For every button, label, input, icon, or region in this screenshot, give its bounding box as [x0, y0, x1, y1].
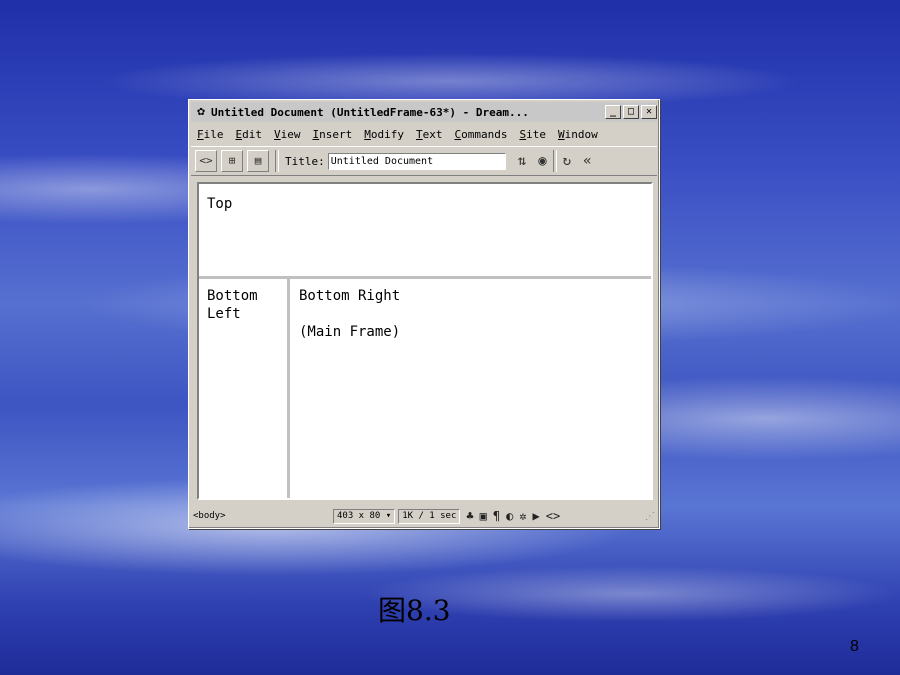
title-bar[interactable]: ✿ Untitled Document (UntitledFrame-63*) … [191, 102, 657, 122]
assets-icon[interactable]: ▣ [480, 509, 487, 523]
menu-insert[interactable]: Insert [313, 128, 353, 141]
menu-commands[interactable]: Commands [455, 128, 508, 141]
split-view-icon[interactable]: ⊞ [221, 150, 243, 172]
title-label: Title: [285, 154, 325, 168]
html-source-icon[interactable]: <> [546, 509, 560, 523]
menu-view[interactable]: View [274, 128, 301, 141]
frame-top[interactable]: Top [199, 184, 651, 279]
window-title: Untitled Document (UntitledFrame-63*) - … [211, 105, 529, 119]
dreamweaver-icon: ✿ [197, 104, 205, 119]
figure-caption: 图8.3 [378, 594, 451, 627]
frame-bottom-right-label: Bottom Right (Main Frame) [299, 288, 401, 340]
document-window: Top Bottom Left Bottom Right (Main Frame… [197, 182, 653, 500]
tag-selector[interactable]: <body> [193, 511, 333, 521]
toolbar-separator [552, 150, 557, 172]
menu-site[interactable]: Site [519, 128, 546, 141]
window-size-menu[interactable]: 403 x 80 ▾ [333, 508, 396, 524]
design-view-icon[interactable]: ▤ [247, 150, 269, 172]
frame-top-label: Top [207, 196, 233, 212]
menu-bar: File Edit View Insert Modify Text Comman… [191, 124, 657, 144]
menu-text[interactable]: Text [416, 128, 443, 141]
css-styles-icon[interactable]: ◐ [506, 509, 513, 523]
status-bar: <body> 403 x 80 ▾ 1K / 1 sec ♣ ▣ ¶ ◐ ✲ ▶… [191, 506, 657, 526]
maximize-button[interactable]: □ [623, 105, 639, 119]
toolbar-separator [275, 150, 279, 172]
reference-icon[interactable]: « [583, 153, 591, 169]
frame-bottom-left[interactable]: Bottom Left [199, 279, 290, 498]
code-view-icon[interactable]: <> [195, 150, 217, 172]
close-button[interactable]: ✕ [641, 105, 657, 119]
document-toolbar: <> ⊞ ▤ Title: ⇅ ◉ ↻ « [191, 146, 657, 176]
menu-window[interactable]: Window [558, 128, 598, 141]
frame-bottom-left-label: Bottom Left [207, 288, 258, 322]
page-number: 8 [850, 638, 859, 655]
html-styles-icon[interactable]: ¶ [493, 509, 500, 523]
refresh-icon[interactable]: ↻ [563, 153, 571, 169]
file-transfer-icon[interactable]: ⇅ [518, 153, 526, 169]
preview-browser-icon[interactable]: ◉ [538, 153, 546, 169]
dreamweaver-window: ✿ Untitled Document (UntitledFrame-63*) … [188, 99, 660, 529]
minimize-button[interactable]: _ [605, 105, 621, 119]
timelines-icon[interactable]: ▶ [533, 509, 540, 523]
menu-edit[interactable]: Edit [236, 128, 263, 141]
frame-bottom-right[interactable]: Bottom Right (Main Frame) [290, 279, 651, 498]
document-title-input[interactable] [327, 152, 506, 170]
behaviors-icon[interactable]: ✲ [519, 509, 526, 523]
menu-modify[interactable]: Modify [364, 128, 404, 141]
download-time: 1K / 1 sec [398, 508, 461, 524]
site-icon[interactable]: ♣ [466, 509, 473, 523]
resize-grip-icon[interactable]: ⋰ [645, 511, 655, 522]
menu-file[interactable]: File [197, 128, 224, 141]
